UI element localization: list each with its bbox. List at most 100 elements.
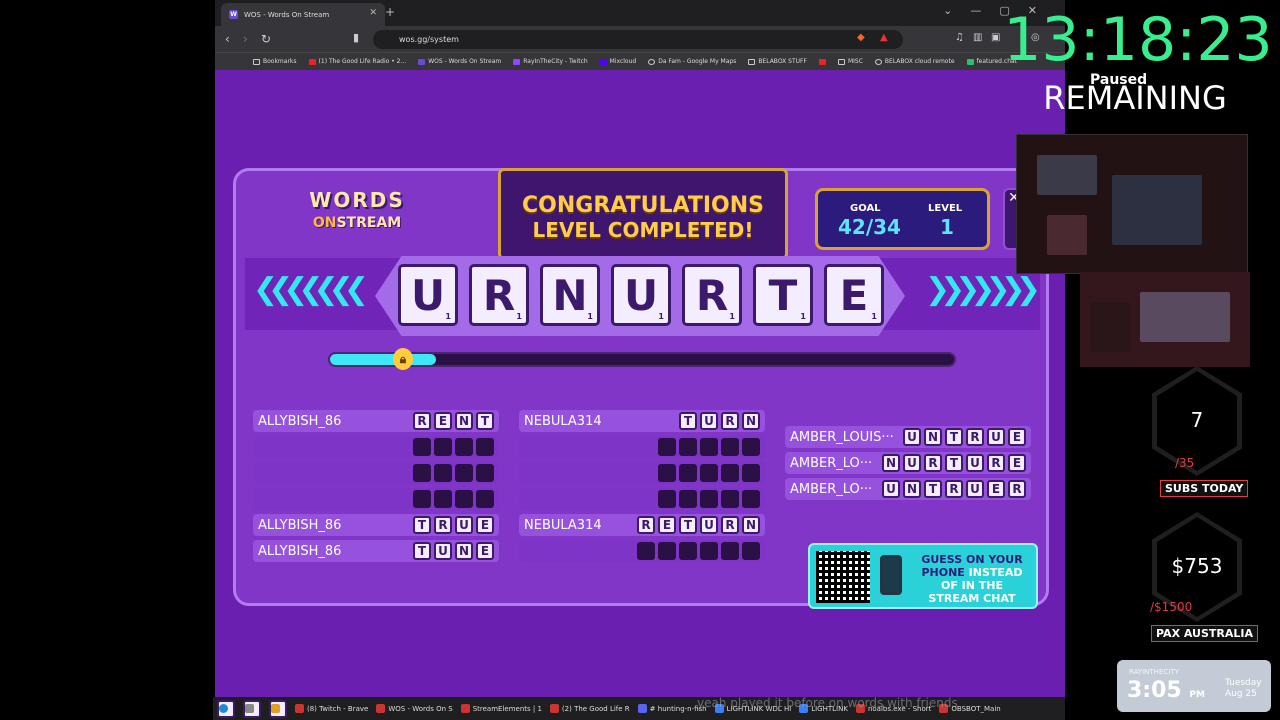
word-letters: TURN [679, 412, 760, 430]
url-input[interactable]: wos.gg/system [373, 30, 903, 49]
qr-code-icon[interactable] [816, 551, 870, 603]
word-letters [413, 438, 494, 456]
bookmark-item[interactable]: Mixcloud [599, 58, 636, 65]
bookmark-item[interactable]: (1) The Good Life Radio • 2... [308, 58, 406, 65]
goal-value: 42/34 [838, 215, 901, 239]
tile-score: 1 [871, 312, 877, 321]
bookmark-item[interactable]: Bookmarks [253, 58, 297, 65]
word-letter: R [637, 516, 655, 534]
tab-title: WOS - Words On Stream [244, 10, 330, 19]
word-letter: T [945, 428, 963, 446]
bookmark-item[interactable]: MISC [837, 58, 863, 65]
brave-rewards-icon[interactable]: ▲ [880, 32, 888, 43]
wos-favicon-icon: W [229, 10, 238, 19]
word-letter: U [987, 428, 1005, 446]
word-slot: AMBER_LOUIS··· U N T R U E [785, 426, 1031, 448]
word-letters: RENT [413, 412, 494, 430]
word-letters [658, 490, 760, 508]
close-tab-icon[interactable]: ✕ [369, 8, 377, 18]
back-icon[interactable]: ‹ [225, 32, 230, 46]
twitch-icon [513, 58, 521, 65]
word-letter [742, 464, 760, 482]
taskbar-item[interactable]: (2) The Good Life R [549, 704, 630, 713]
taskbar-item[interactable]: StreamElements | 1 [460, 704, 542, 713]
word-letter: T [413, 516, 431, 534]
room-camera-feed [1080, 272, 1250, 367]
bookmark-item[interactable]: WOS - Words On Stream [418, 58, 501, 65]
clock-username: RAYINTHECITY [1129, 668, 1179, 676]
word-letter [413, 490, 431, 508]
congrats-title: CONGRATULATIONS [522, 193, 764, 218]
word-letter: R [945, 480, 963, 498]
word-letter: U [903, 428, 921, 446]
media-icon[interactable]: ♫ [955, 32, 964, 43]
bookmark-item[interactable]: RayInTheCity - Twitch [513, 58, 588, 65]
bookmark-item[interactable]: BELABOX STUFF [748, 58, 807, 65]
word-letter: N [742, 412, 760, 430]
word-letter [413, 464, 431, 482]
progress-bar [328, 352, 956, 367]
taskbar-item[interactable]: WOS - Words On S [376, 704, 453, 713]
progress-fill [330, 354, 437, 365]
taskbar-label: StreamElements | 1 [472, 704, 542, 713]
tile-score: 1 [445, 312, 451, 321]
word-letters [658, 438, 760, 456]
taskbar-label: (8) Twitch - Brave [307, 704, 369, 713]
app-icon [295, 704, 304, 713]
word-slot: ALLYBISH_86 T R U E [253, 514, 499, 536]
folder-icon [253, 58, 260, 65]
word-letter [679, 464, 697, 482]
bookmark-item[interactable] [818, 58, 826, 65]
congrats-subtitle: LEVEL COMPLETED! [532, 218, 754, 242]
player-name: AMBER_LO··· [790, 455, 873, 471]
new-tab-icon[interactable]: + [385, 5, 395, 19]
bookmark-icon[interactable]: ▮ [353, 31, 359, 44]
edge-icon[interactable] [217, 699, 235, 718]
reload-icon[interactable]: ↻ [261, 32, 271, 46]
youtube-icon [818, 58, 826, 65]
word-letter: T [413, 542, 431, 560]
word-letter [413, 438, 431, 456]
forward-icon[interactable]: › [243, 32, 248, 46]
word-letters: UNTRUE [903, 428, 1026, 446]
word-slot: AMBER_LO··· U N T R U E R [785, 478, 1031, 500]
word-letter: U [903, 454, 921, 472]
subs-goal: /35 [1175, 456, 1195, 470]
word-letters [658, 464, 760, 482]
goal-label: GOAL [850, 203, 881, 214]
word-letters [413, 490, 494, 508]
bookmarks-bar: Bookmarks (1) The Good Life Radio • 2...… [215, 52, 1065, 70]
phone-guess-promo[interactable]: GUESS ON YOUR PHONE INSTEAD OF IN THE ST… [808, 543, 1038, 609]
word-letter [434, 464, 452, 482]
tile-letter: N [552, 271, 588, 320]
word-letters [413, 464, 494, 482]
word-letter: T [679, 412, 697, 430]
app-icon[interactable] [243, 699, 261, 718]
letter-tile: R1 [469, 264, 529, 326]
word-slot [519, 436, 765, 458]
word-letter: U [700, 516, 718, 534]
app-icon [637, 704, 647, 713]
folder-icon [837, 58, 845, 65]
brave-shield-icon[interactable]: ◆ [857, 32, 865, 43]
tile-score: 1 [516, 312, 522, 321]
level-complete-banner: CONGRATULATIONS LEVEL COMPLETED! [498, 168, 788, 260]
word-letter [679, 438, 697, 456]
app-icon[interactable] [269, 699, 287, 718]
bookmark-item[interactable]: BELABOX cloud remote [874, 58, 955, 65]
word-letter [721, 490, 739, 508]
word-letter: N [455, 412, 473, 430]
word-letter [721, 438, 739, 456]
level-label: LEVEL [928, 203, 963, 214]
word-letter: R [434, 516, 452, 534]
word-slot [519, 488, 765, 510]
bookmark-item[interactable]: Da Fam - Google My Maps [648, 58, 736, 65]
browser-tab[interactable]: W WOS - Words On Stream ✕ [221, 3, 385, 26]
player-name: ALLYBISH_86 [258, 543, 342, 559]
wallet-icon[interactable]: ▣ [991, 32, 1000, 43]
word-letter: R [413, 412, 431, 430]
word-letter: T [924, 480, 942, 498]
player-name: AMBER_LOUIS··· [790, 429, 894, 445]
sidebar-icon[interactable]: ▥ [973, 32, 982, 43]
taskbar-item[interactable]: (8) Twitch - Brave [295, 704, 368, 713]
